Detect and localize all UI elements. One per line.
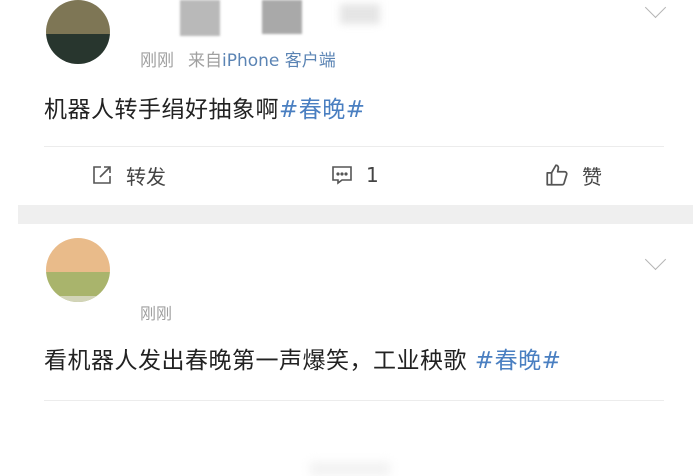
post-text: 看机器人发出春晚第一声爆笑，工业秧歌 #春晚# — [44, 341, 561, 375]
chevron-down-icon[interactable] — [644, 248, 667, 271]
repost-label: 转发 — [126, 164, 166, 189]
post-meta: 刚刚 — [140, 300, 172, 324]
post-actions: 转发 1 赞 — [0, 147, 693, 205]
topic-link[interactable]: #春晚# — [279, 97, 366, 123]
post-source-prefix: 来自 — [188, 51, 222, 71]
post-card: 刚刚 来自iPhone 客户端 机器人转手绢好抽象啊#春晚# 转发 1 赞 — [0, 0, 693, 205]
post-time: 刚刚 — [140, 304, 173, 323]
comment-button[interactable]: 1 — [330, 161, 379, 189]
post-text: 机器人转手绢好抽象啊#春晚# — [44, 90, 366, 124]
post-card: 刚刚 看机器人发出春晚第一声爆笑，工业秧歌 #春晚# — [0, 224, 693, 476]
repost-icon — [93, 166, 111, 184]
like-label: 赞 — [582, 164, 602, 189]
blurred-username — [310, 462, 390, 476]
post-source-link[interactable]: iPhone 客户端 — [222, 51, 336, 71]
post-body: 机器人转手绢好抽象啊 — [44, 97, 279, 123]
post-meta: 刚刚 来自iPhone 客户端 — [140, 46, 336, 71]
chevron-down-icon[interactable] — [644, 0, 667, 19]
comment-count: 1 — [366, 163, 379, 187]
avatar[interactable] — [46, 0, 110, 64]
topic-link[interactable]: #春晚# — [475, 348, 562, 374]
like-button[interactable]: 赞 — [544, 161, 602, 189]
post-body: 看机器人发出春晚第一声爆笑，工业秧歌 — [44, 348, 475, 374]
repost-button[interactable]: 转发 — [90, 161, 166, 189]
blurred-badge — [340, 4, 380, 24]
divider — [44, 400, 664, 401]
avatar[interactable] — [46, 238, 110, 302]
thumbs-up-icon — [546, 164, 568, 186]
blurred-username — [180, 0, 220, 36]
post-time: 刚刚 — [140, 51, 174, 71]
comment-icon — [332, 166, 352, 185]
post-separator — [18, 205, 693, 224]
blurred-username — [262, 0, 302, 34]
